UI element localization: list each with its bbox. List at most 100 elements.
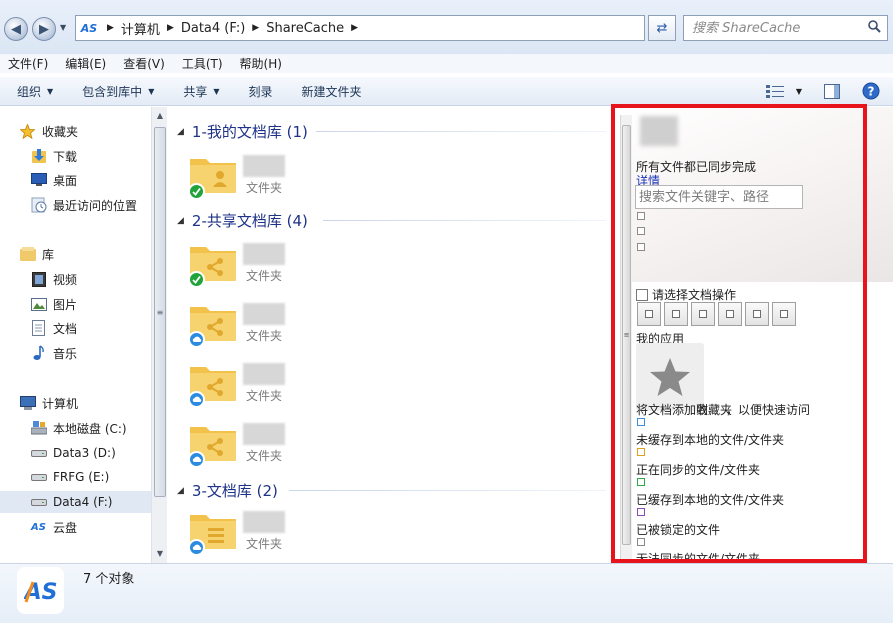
chevron-right-icon[interactable]: ▶ xyxy=(107,23,114,33)
view-options-dropdown[interactable]: ▼ xyxy=(787,80,811,102)
nav-libraries[interactable]: 库 xyxy=(0,243,151,265)
operation-button-4[interactable] xyxy=(718,302,742,326)
operation-button-5[interactable] xyxy=(745,302,769,326)
file-name-blurred xyxy=(243,155,285,177)
list-item[interactable]: 文件夹 xyxy=(188,417,298,475)
nav-drive-f[interactable]: Data4 (F:) xyxy=(0,491,151,513)
app-logo-icon: AS xyxy=(17,567,64,614)
nav-documents[interactable]: 文档 xyxy=(0,317,151,339)
group-header-shared-library[interactable]: ◢ 2-共享文档库 (4) xyxy=(177,210,308,231)
scroll-thumb[interactable]: ≡ xyxy=(154,127,166,497)
chevron-right-icon[interactable]: ▶ xyxy=(167,23,174,33)
legend-failed-icon xyxy=(637,538,645,546)
group-header-doc-library[interactable]: ◢ 3-文档库 (2) xyxy=(177,480,278,501)
refresh-icon: ⇄ xyxy=(656,20,668,36)
burn-button[interactable]: 刻录 xyxy=(249,83,273,100)
panel-scrollbar[interactable]: ≡ xyxy=(620,115,632,560)
synced-check-icon xyxy=(188,183,205,200)
cloud-drive-icon: AS xyxy=(31,521,46,533)
group-divider xyxy=(316,131,606,132)
panel-search-input[interactable] xyxy=(635,185,803,209)
caret-down-icon: ▼ xyxy=(213,86,220,96)
file-type: 文件夹 xyxy=(246,181,283,195)
nav-desktop[interactable]: 桌面 xyxy=(0,169,151,191)
nav-cloud-drive[interactable]: AS 云盘 xyxy=(0,516,151,538)
nav-downloads[interactable]: 下载 xyxy=(0,145,151,167)
caret-down-icon: ▼ xyxy=(148,86,155,96)
nav-drive-d[interactable]: Data3 (D:) xyxy=(0,442,151,464)
nav-drive-c[interactable]: 本地磁盘 (C:) xyxy=(0,417,151,439)
operation-button-6[interactable] xyxy=(772,302,796,326)
scroll-thumb[interactable]: ≡ xyxy=(622,125,631,545)
nav-drive-e[interactable]: FRFG (E:) xyxy=(0,466,151,488)
nav-videos[interactable]: 视频 xyxy=(0,268,151,290)
chevron-right-icon[interactable]: ▶ xyxy=(252,23,259,33)
nav-pictures[interactable]: 图片 xyxy=(0,293,151,315)
address-bar[interactable]: AS ▶ 计算机 ▶ Data4 (F:) ▶ ShareCache ▶ xyxy=(75,15,645,41)
desktop-icon xyxy=(30,172,47,189)
nav-recent-places[interactable]: 最近访问的位置 xyxy=(0,194,151,216)
breadcrumb-folder[interactable]: ShareCache xyxy=(266,21,344,36)
navigation-pane: 收藏夹 下载 桌面 最近访问的位置 库 视频 图片 文档 音乐 计算机 本地磁盘… xyxy=(0,107,151,563)
group-header-my-library[interactable]: ◢ 1-我的文档库 (1) xyxy=(177,121,308,142)
collapse-icon[interactable]: ◢ xyxy=(177,486,184,496)
command-bar: 组织 ▼ 包含到库中 ▼ 共享 ▼ 刻录 新建文件夹 ▼ ? xyxy=(0,77,893,106)
drive-icon xyxy=(30,445,47,462)
scroll-up-icon[interactable]: ▲ xyxy=(152,107,168,123)
list-item[interactable]: 文件夹 xyxy=(188,505,298,563)
organize-button[interactable]: 组织 ▼ xyxy=(17,83,53,100)
file-name-blurred xyxy=(243,303,285,325)
include-in-library-button[interactable]: 包含到库中 ▼ xyxy=(82,83,154,100)
legend-cached-icon xyxy=(637,478,645,486)
pictures-icon xyxy=(30,296,47,313)
file-type: 文件夹 xyxy=(246,269,283,283)
collapse-icon[interactable]: ◢ xyxy=(177,216,184,226)
operation-button-1[interactable] xyxy=(637,302,661,326)
list-item[interactable]: 文件夹 xyxy=(188,297,298,355)
drive-icon xyxy=(30,494,47,511)
nav-favorites[interactable]: 收藏夹 xyxy=(0,120,151,142)
search-input[interactable] xyxy=(684,20,859,36)
music-icon xyxy=(30,345,47,362)
cloud-icon xyxy=(188,331,205,348)
nav-pane-scrollbar[interactable]: ▲ ≡ ▼ xyxy=(151,107,167,563)
list-item[interactable]: 文件夹 xyxy=(188,357,298,415)
menu-edit[interactable]: 编辑(E) xyxy=(65,55,106,72)
nav-music[interactable]: 音乐 xyxy=(0,342,151,364)
menu-bar: 文件(F) 编辑(E) 查看(V) 工具(T) 帮助(H) xyxy=(0,54,893,73)
preview-pane-button[interactable] xyxy=(820,80,844,102)
placeholder-image-icon xyxy=(780,310,788,318)
drive-icon xyxy=(30,469,47,486)
share-button[interactable]: 共享 ▼ xyxy=(183,83,219,100)
menu-help[interactable]: 帮助(H) xyxy=(240,55,282,72)
menu-view[interactable]: 查看(V) xyxy=(123,55,165,72)
operation-button-3[interactable] xyxy=(691,302,715,326)
change-view-button[interactable] xyxy=(763,80,787,102)
breadcrumb-drive[interactable]: Data4 (F:) xyxy=(181,21,245,36)
operation-button-2[interactable] xyxy=(664,302,688,326)
arrow-left-icon: ◀ xyxy=(11,21,21,37)
file-type: 文件夹 xyxy=(246,389,283,403)
file-name-blurred xyxy=(243,511,285,533)
placeholder-image-icon xyxy=(637,227,645,235)
collapse-icon[interactable]: ◢ xyxy=(177,127,184,137)
search-icon[interactable] xyxy=(868,20,881,33)
chevron-right-icon[interactable]: ▶ xyxy=(351,23,358,33)
recent-places-icon xyxy=(30,197,47,214)
menu-tools[interactable]: 工具(T) xyxy=(182,55,223,72)
scroll-down-icon[interactable]: ▼ xyxy=(152,545,168,561)
forward-button[interactable]: ▶ xyxy=(32,17,56,41)
back-button[interactable]: ◀ xyxy=(4,17,28,41)
system-drive-icon xyxy=(30,420,47,437)
nav-computer[interactable]: 计算机 xyxy=(0,392,151,414)
select-all-checkbox[interactable] xyxy=(636,288,648,301)
refresh-button[interactable]: ⇄ xyxy=(648,15,676,41)
breadcrumb-computer[interactable]: 计算机 xyxy=(121,19,160,38)
recent-pages-dropdown[interactable]: ▼ xyxy=(60,23,66,32)
new-folder-button[interactable]: 新建文件夹 xyxy=(302,83,362,100)
menu-file[interactable]: 文件(F) xyxy=(8,55,48,72)
list-item[interactable]: 文件夹 xyxy=(188,149,298,207)
list-item[interactable]: 文件夹 xyxy=(188,237,298,295)
view-details-icon xyxy=(766,85,784,98)
help-button[interactable]: ? xyxy=(859,80,883,102)
